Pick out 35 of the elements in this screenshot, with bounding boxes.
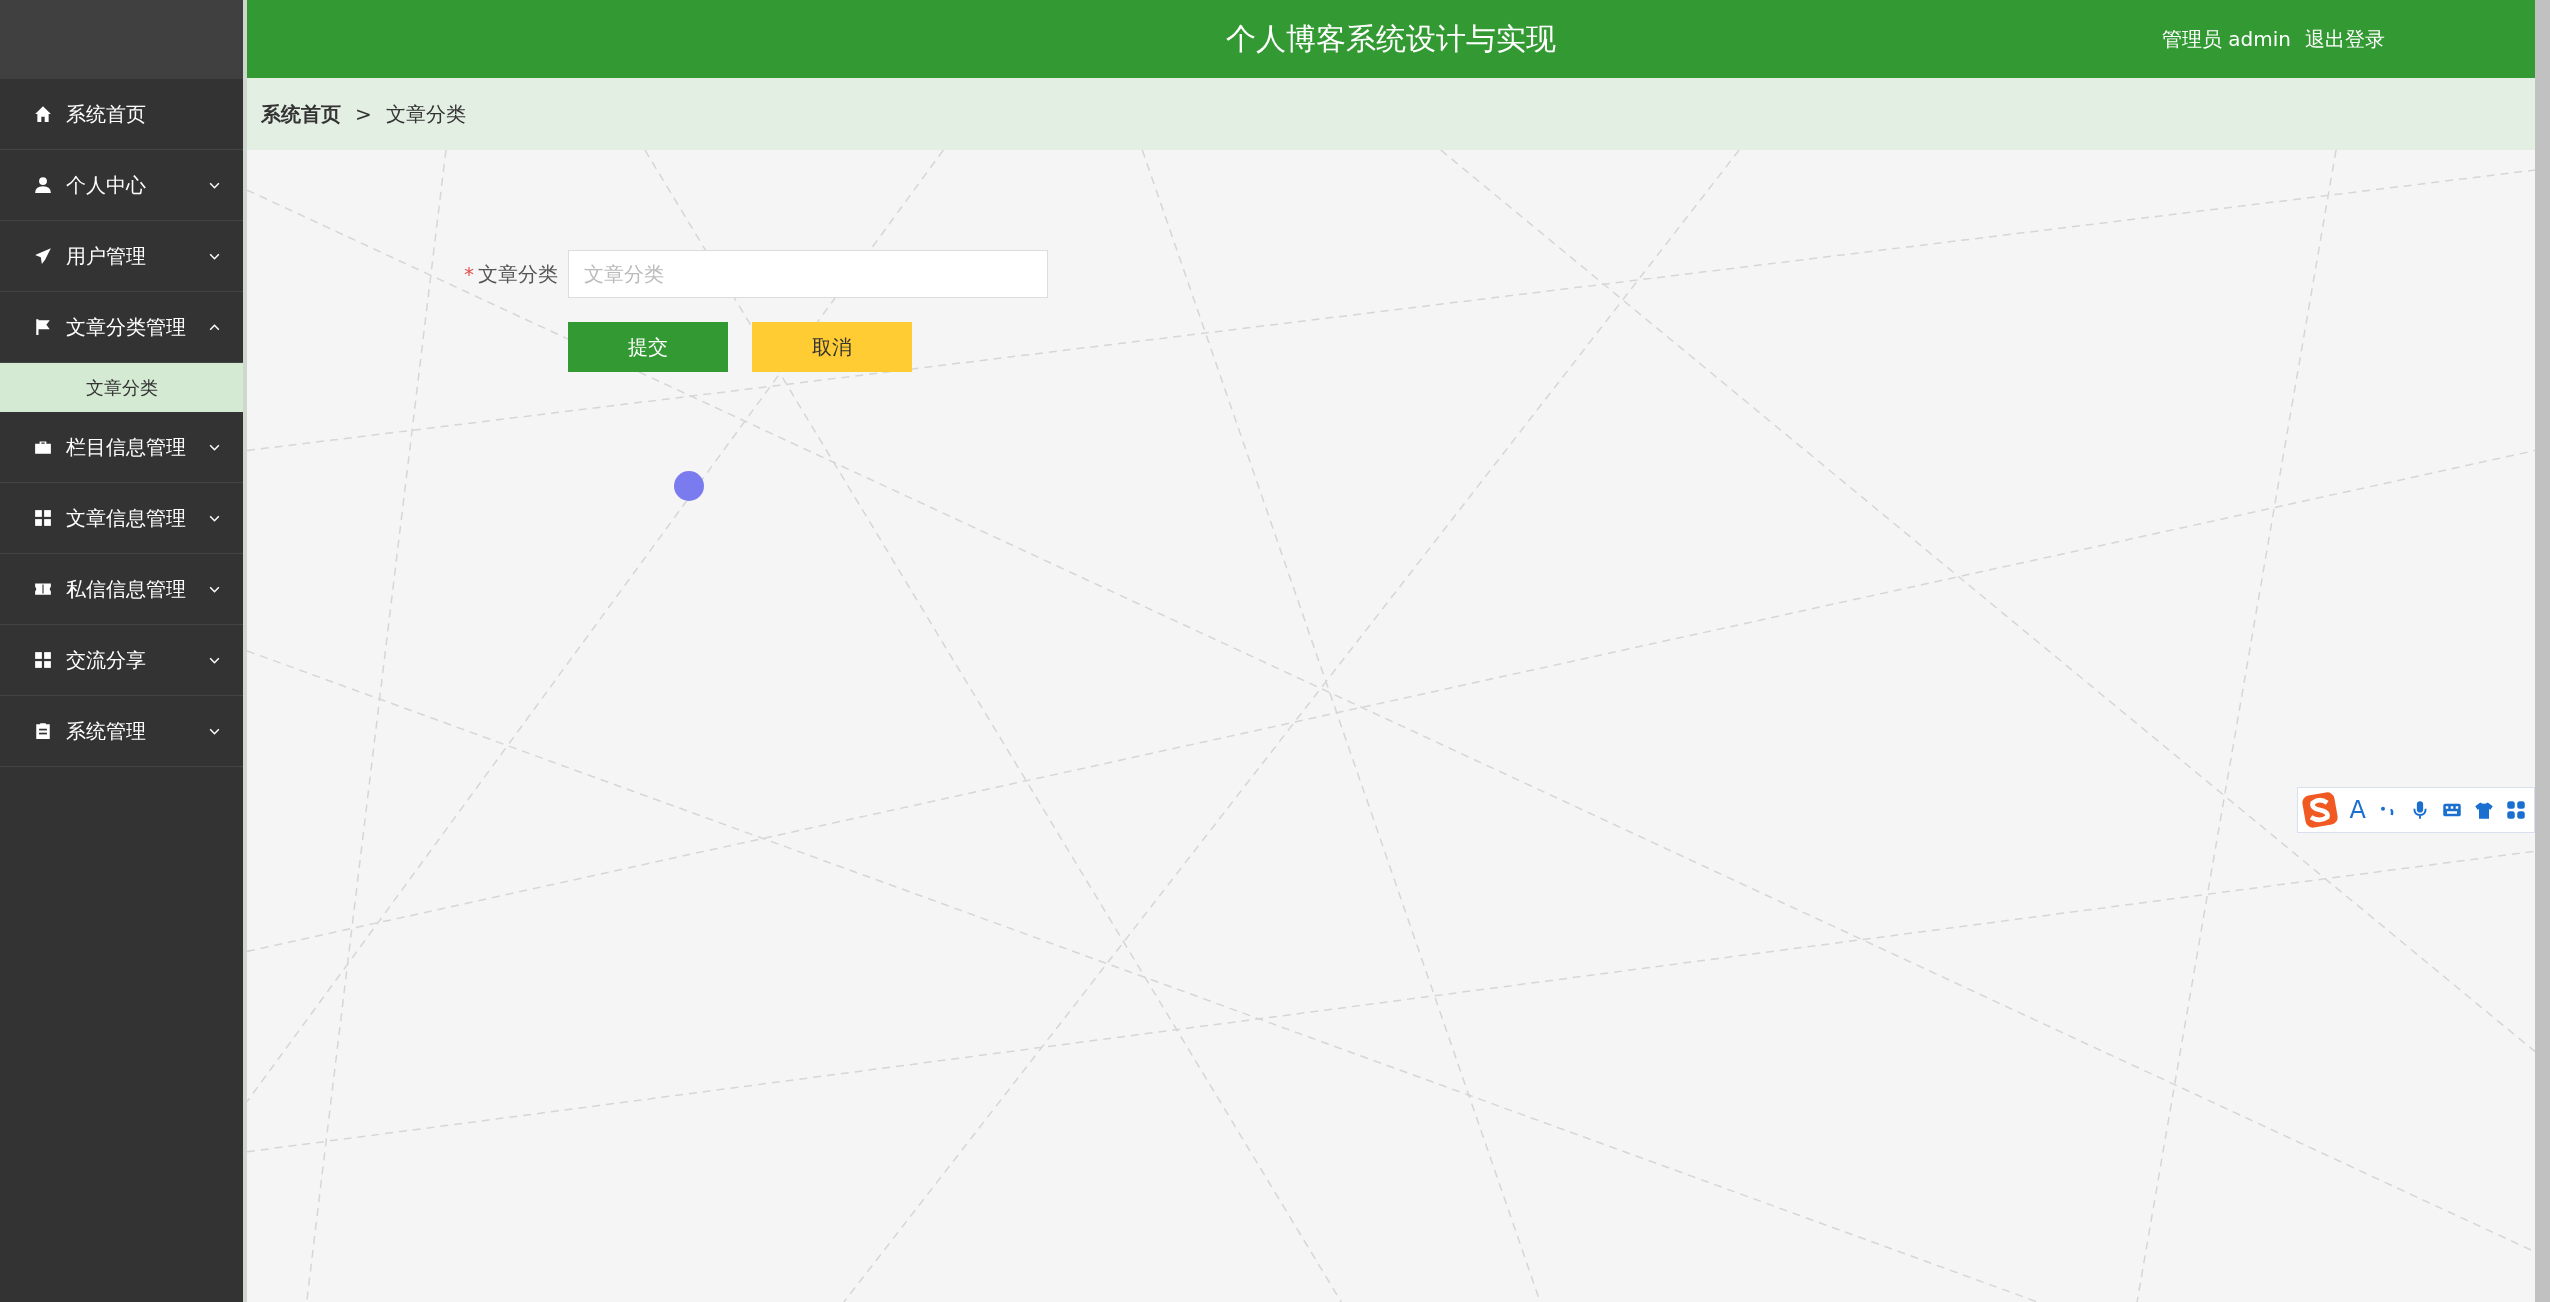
home-icon xyxy=(34,105,52,123)
input-field[interactable]: 文章分类 xyxy=(568,250,1048,298)
sidebar-item[interactable]: 个人中心 xyxy=(0,150,243,221)
breadcrumb-current: 文章分类 xyxy=(385,100,466,128)
breadcrumb-separator: > xyxy=(355,102,372,126)
user-label: 管理员 admin xyxy=(2161,25,2291,53)
breadcrumb-link[interactable]: 系统首页 xyxy=(261,100,341,128)
field-label: 文章分类 xyxy=(478,260,558,288)
ticket-icon xyxy=(34,580,52,598)
clipboard-icon xyxy=(34,722,52,740)
required-mark: * xyxy=(464,262,474,286)
cursor-highlight-icon xyxy=(674,471,704,501)
scrollbar[interactable] xyxy=(2535,0,2550,1302)
user-icon xyxy=(34,176,52,194)
sidebar-item[interactable]: 文章信息管理 xyxy=(0,483,243,554)
grid-icon[interactable] xyxy=(2506,800,2526,820)
cancel-button[interactable]: 取消 xyxy=(752,322,912,372)
sidebar-item[interactable]: 私信信息管理 xyxy=(0,554,243,625)
briefcase-icon xyxy=(34,438,52,456)
sidebar-item[interactable]: 系统首页 xyxy=(0,79,243,150)
sidebar-item[interactable]: 栏目信息管理 xyxy=(0,412,243,483)
sidebar-item[interactable]: 交流分享 xyxy=(0,625,243,696)
paper-plane-icon xyxy=(34,247,52,265)
ime-logo-icon xyxy=(2301,792,2338,828)
grid-icon xyxy=(34,509,52,527)
grid-icon xyxy=(34,651,52,669)
submit-button[interactable]: 提交 xyxy=(568,322,728,372)
site-title: 个人博客系统设计与实现 xyxy=(1226,19,1556,58)
submenu-item[interactable]: 文章分类 xyxy=(0,363,243,412)
sidebar-item[interactable]: 用户管理 xyxy=(0,221,243,292)
sidebar-item[interactable]: 系统管理 xyxy=(0,696,243,767)
ime-mode-label[interactable]: A xyxy=(2349,796,2366,824)
logout-link[interactable]: 退出登录 xyxy=(2305,25,2385,53)
shirt-icon[interactable] xyxy=(2474,800,2494,820)
flag-icon xyxy=(34,318,52,336)
